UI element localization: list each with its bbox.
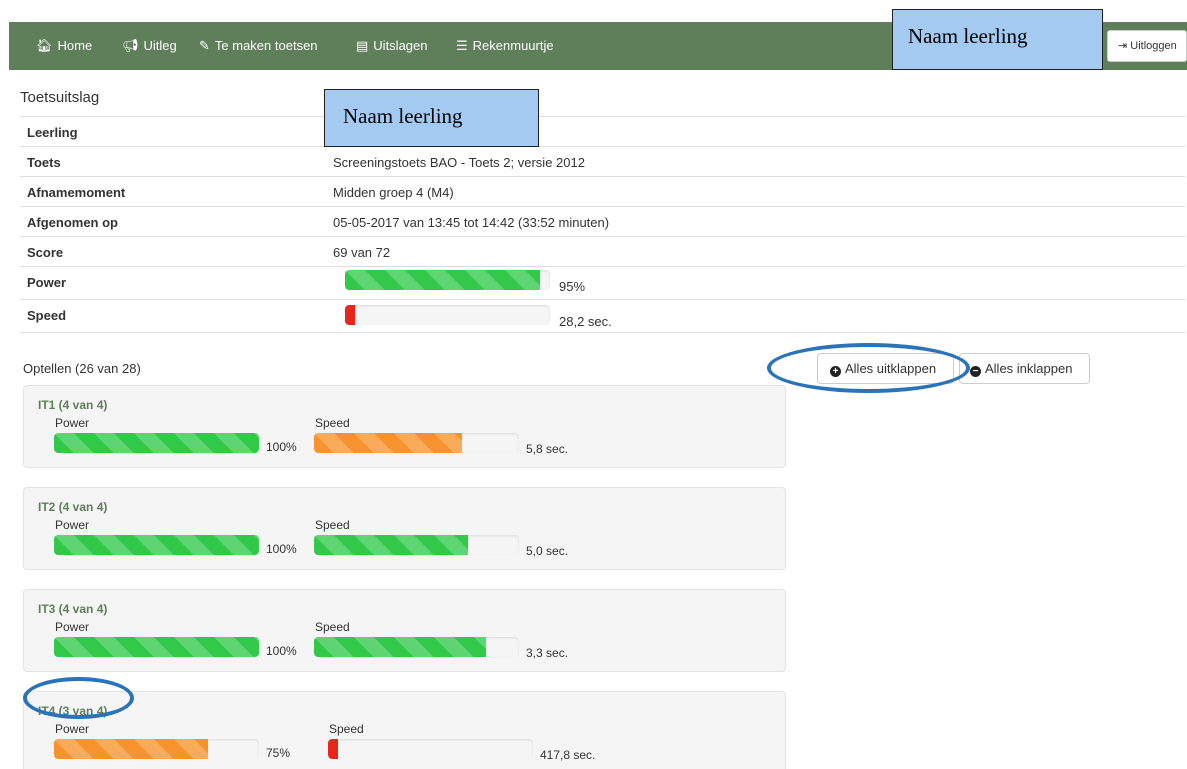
item-power-bar [54, 535, 259, 555]
list-icon: ☰ [456, 38, 468, 53]
info-label-toets: Toets [27, 155, 61, 170]
book-icon: ▤ [356, 38, 369, 53]
nav-te-maken-toetsen[interactable]: ✎ Te maken toetsen [199, 22, 318, 70]
info-row-leerling: Leerling [20, 116, 1185, 146]
pencil-icon: ✎ [199, 38, 210, 53]
item-panel[interactable]: IT3 (4 van 4) Power Speed 100% 3,3 sec. [23, 589, 786, 672]
nav-home[interactable]: 🏠︎ Home [36, 22, 92, 70]
info-value-score: 69 van 72 [333, 245, 391, 260]
nav-home-label: Home [57, 38, 93, 53]
item-speed-label: Speed [315, 416, 350, 430]
power-value: 95% [559, 279, 586, 294]
item-speed-fill [314, 433, 462, 453]
item-power-fill [54, 433, 259, 453]
item-speed-value: 5,8 sec. [526, 442, 569, 456]
bullhorn-icon: 📢︎ [122, 38, 139, 53]
item-power-value: 75% [266, 746, 291, 760]
item-title-highlight [23, 677, 134, 719]
info-label-afnamemoment: Afnamemoment [27, 185, 126, 200]
item-speed-bar [314, 433, 519, 453]
item-power-bar [54, 637, 259, 657]
info-value-afnamemoment: Midden groep 4 (M4) [333, 185, 454, 200]
item-speed-value: 417,8 sec. [540, 748, 596, 762]
item-power-value: 100% [266, 440, 297, 454]
nav-rekenmuurtje-label: Rekenmuurtje [472, 38, 554, 53]
power-progress-fill [345, 270, 540, 290]
collapse-all-button[interactable]: − Alles inklappen [959, 353, 1090, 384]
item-speed-value: 5,0 sec. [526, 544, 569, 558]
collapse-all-label: Alles inklappen [985, 361, 1073, 376]
info-row-toets: Toets Screeningstoets BAO - Toets 2; ver… [20, 146, 1185, 176]
logout-icon: ⇥ [1118, 40, 1131, 52]
item-power-bar [54, 433, 259, 453]
item-power-fill [54, 637, 259, 657]
expand-all-highlight [767, 343, 970, 393]
item-power-fill [54, 535, 259, 555]
item-speed-label: Speed [329, 722, 364, 736]
item-title: IT2 (4 van 4) [38, 500, 108, 514]
nav-te-maken-toetsen-label: Te maken toetsen [214, 38, 318, 53]
item-speed-label: Speed [315, 620, 350, 634]
info-label-leerling: Leerling [27, 125, 78, 140]
info-value-toets: Screeningstoets BAO - Toets 2; versie 20… [333, 155, 585, 170]
item-power-label: Power [55, 722, 90, 736]
item-title: IT1 (4 van 4) [38, 398, 108, 412]
info-label-speed: Speed [27, 308, 67, 323]
speed-progress-bar [345, 305, 550, 325]
item-panel[interactable]: IT4 (3 van 4) Power Speed 75% 417,8 sec. [23, 691, 786, 769]
item-speed-fill [314, 637, 487, 657]
info-label-power: Power [27, 275, 67, 290]
item-speed-label: Speed [315, 518, 350, 532]
info-row-score: Score 69 van 72 [20, 236, 1185, 266]
logout-button[interactable]: ⇥ Uitloggen [1107, 30, 1187, 62]
item-speed-fill [328, 739, 339, 759]
item-speed-fill [314, 535, 468, 555]
nav-uitslagen[interactable]: ▤ Uitslagen [356, 22, 428, 70]
item-speed-bar [314, 637, 519, 657]
info-row-speed: Speed 28,2 sec. [20, 299, 1185, 333]
item-power-label: Power [55, 620, 90, 634]
item-power-label: Power [55, 416, 90, 430]
info-label-afgenomen-op: Afgenomen op [27, 215, 118, 230]
info-label-score: Score [27, 245, 64, 260]
item-power-bar [54, 739, 259, 759]
item-power-fill [54, 739, 208, 759]
logout-label: Uitloggen [1130, 40, 1177, 52]
home-icon: 🏠︎ [36, 38, 53, 53]
student-name-overlay-top: Naam leerling [892, 9, 1103, 70]
item-panel[interactable]: IT1 (4 van 4) Power Speed 100% 5,8 sec. [23, 385, 786, 468]
info-row-afgenomen-op: Afgenomen op 05-05-2017 van 13:45 tot 14… [20, 206, 1185, 236]
category-title: Optellen (26 van 28) [23, 361, 141, 376]
item-power-value: 100% [266, 644, 297, 658]
minus-circle-icon: − [970, 366, 981, 377]
item-power-label: Power [55, 518, 90, 532]
info-row-power: Power 95% [20, 266, 1185, 299]
page-title: Toetsuitslag [20, 89, 100, 106]
item-speed-bar [328, 739, 533, 759]
nav-rekenmuurtje[interactable]: ☰ Rekenmuurtje [456, 22, 554, 70]
nav-uitslagen-label: Uitslagen [373, 38, 428, 53]
item-power-value: 100% [266, 542, 297, 556]
item-panel[interactable]: IT2 (4 van 4) Power Speed 100% 5,0 sec. [23, 487, 786, 570]
info-value-afgenomen-op: 05-05-2017 van 13:45 tot 14:42 (33:52 mi… [333, 215, 610, 230]
item-speed-value: 3,3 sec. [526, 646, 569, 660]
speed-progress-fill [345, 305, 356, 325]
power-progress-bar [345, 270, 550, 290]
nav-uitleg[interactable]: 📢︎ Uitleg [122, 22, 177, 70]
item-speed-bar [314, 535, 519, 555]
nav-uitleg-label: Uitleg [143, 38, 177, 53]
info-row-afnamemoment: Afnamemoment Midden groep 4 (M4) [20, 176, 1185, 206]
speed-value: 28,2 sec. [559, 314, 612, 329]
student-name-overlay-table: Naam leerling [324, 89, 539, 147]
item-title: IT3 (4 van 4) [38, 602, 108, 616]
